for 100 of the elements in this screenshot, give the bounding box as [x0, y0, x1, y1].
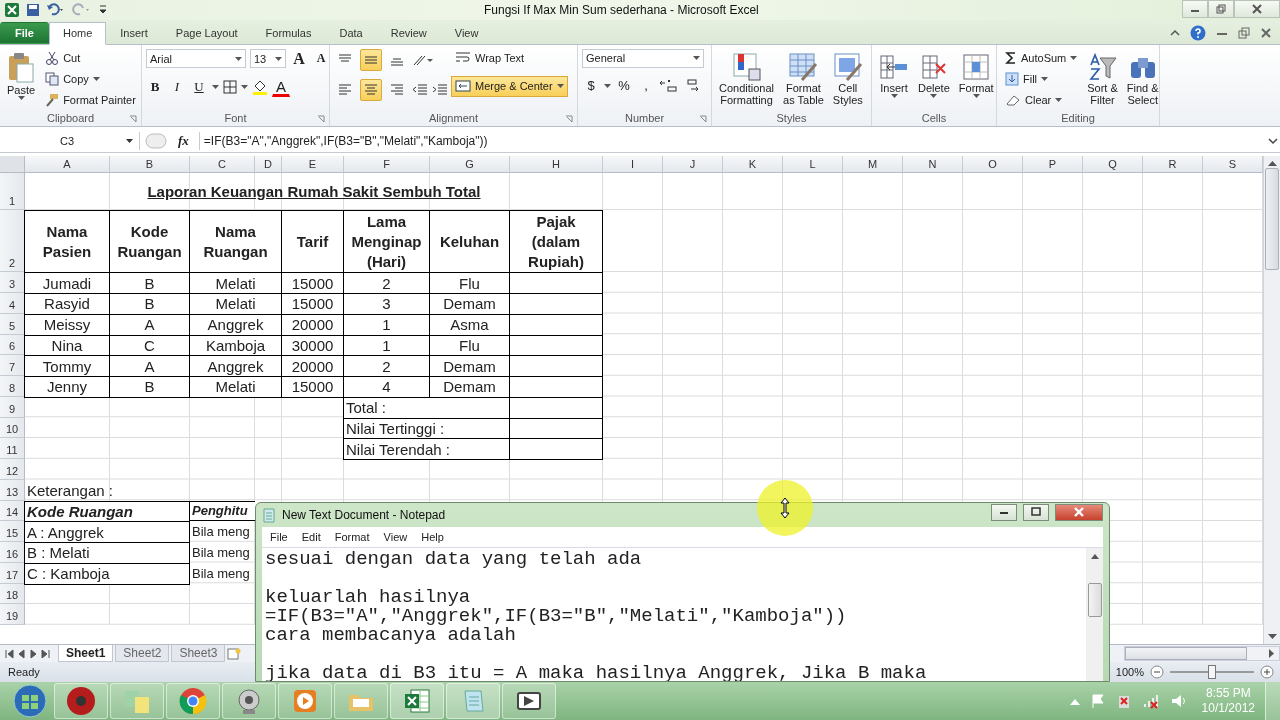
column-header[interactable]: I: [603, 156, 663, 174]
clipboard-icon[interactable]: [7, 51, 36, 84]
row-header[interactable]: 9: [0, 396, 25, 418]
maximize-button[interactable]: [1023, 503, 1049, 521]
column-header[interactable]: K: [723, 156, 783, 174]
clear-button[interactable]: Clear: [1001, 90, 1082, 110]
row-header[interactable]: 16: [0, 542, 25, 563]
column-header[interactable]: E: [282, 156, 344, 174]
row-header[interactable]: 10: [0, 417, 25, 439]
column-header[interactable]: O: [963, 156, 1023, 174]
table-style-icon[interactable]: [788, 51, 819, 82]
row-header[interactable]: 18: [0, 583, 25, 605]
column-header[interactable]: G: [430, 156, 510, 174]
restore-icon[interactable]: [1216, 4, 1226, 14]
sort-filter-button[interactable]: Sort & Filter: [1084, 48, 1121, 109]
column-header[interactable]: A: [25, 156, 110, 174]
dropdown-caret-icon[interactable]: [604, 83, 611, 88]
dropdown-caret-icon[interactable]: [930, 93, 938, 98]
dropdown-caret-icon[interactable]: [92, 77, 100, 82]
dropdown-caret-icon[interactable]: [241, 84, 248, 89]
styles-button[interactable]: Format as Table: [780, 48, 827, 109]
dropdown-caret-icon[interactable]: [235, 56, 242, 61]
dropdown-caret-icon[interactable]: [556, 84, 564, 89]
dropdown-caret-icon[interactable]: [693, 56, 700, 61]
underline-button[interactable]: U: [190, 76, 208, 97]
comma-button[interactable]: ,: [637, 75, 655, 96]
scroll-up-icon[interactable]: [1090, 554, 1099, 559]
dialog-launcher-icon[interactable]: [565, 114, 573, 123]
cells-button[interactable]: Delete: [915, 48, 953, 101]
row-header[interactable]: 8: [0, 376, 25, 397]
table-style-icon[interactable]: [731, 51, 762, 82]
menu-item[interactable]: File: [270, 531, 288, 543]
font-name-field[interactable]: Arial: [146, 49, 246, 69]
sheet-tab[interactable]: Sheet3: [171, 645, 226, 663]
row-header[interactable]: 11: [0, 438, 25, 459]
dropdown-caret-icon[interactable]: [212, 84, 219, 89]
dropdown-caret-icon[interactable]: [972, 93, 980, 98]
dropdown-caret-icon[interactable]: [126, 139, 133, 144]
ribbon-tab[interactable]: Formulas: [251, 21, 326, 44]
row-header[interactable]: 19: [0, 604, 25, 625]
cells-button[interactable]: Format: [955, 48, 997, 101]
insert-function-button[interactable]: fx: [172, 133, 195, 150]
menu-item[interactable]: Format: [334, 531, 370, 543]
column-header[interactable]: Q: [1083, 156, 1143, 174]
close-icon[interactable]: [1252, 4, 1262, 14]
cells-button[interactable]: Insert: [876, 48, 912, 101]
copy-icon[interactable]: [45, 72, 60, 87]
zoom-out-icon[interactable]: [1150, 665, 1164, 680]
column-header[interactable]: J: [663, 156, 723, 174]
row-header[interactable]: 7: [0, 355, 25, 376]
increase-decimal-icon[interactable]: [659, 78, 677, 93]
fill-bucket-icon[interactable]: [252, 78, 268, 95]
start-button[interactable]: [12, 683, 48, 719]
menu-item[interactable]: Edit: [301, 531, 321, 543]
restore-icon[interactable]: [1238, 26, 1250, 39]
paintbrush-icon[interactable]: [45, 93, 60, 108]
sheet-tab[interactable]: Sheet1: [58, 645, 114, 663]
column-header[interactable]: M: [843, 156, 903, 174]
sort-filter-icon[interactable]: [1087, 51, 1118, 82]
currency-button[interactable]: $: [582, 75, 600, 96]
ribbon-tab[interactable]: Insert: [106, 21, 162, 44]
borders-icon[interactable]: [223, 79, 237, 94]
column-header[interactable]: C: [190, 156, 255, 174]
row-header[interactable]: 12: [0, 459, 25, 480]
browser-icon[interactable]: [179, 687, 207, 715]
formula-field[interactable]: =IF(B3="A","Anggrek",IF(B3="B","Melati","Kamboja")): [198, 132, 1262, 151]
dropdown-caret-icon[interactable]: [890, 93, 898, 98]
cells-grid-icon[interactable]: [961, 51, 992, 82]
file-tab[interactable]: File: [0, 21, 49, 44]
spreadsheet-logo-icon[interactable]: [4, 2, 20, 18]
row-header[interactable]: 13: [0, 479, 25, 501]
row-header[interactable]: 2: [0, 210, 25, 273]
merge-cells-icon[interactable]: [455, 79, 471, 94]
vertical-scrollbar[interactable]: [1086, 548, 1103, 681]
column-header[interactable]: S: [1203, 156, 1263, 174]
collapse-ribbon-icon[interactable]: [1170, 27, 1180, 38]
table-style-icon[interactable]: [832, 51, 863, 82]
ribbon-tab[interactable]: Review: [376, 21, 441, 44]
row-header[interactable]: 3: [0, 272, 25, 293]
styles-button[interactable]: Conditional Formatting: [716, 48, 778, 109]
minimize-icon[interactable]: [999, 509, 1009, 515]
play-icon[interactable]: [291, 687, 319, 715]
sheet-tab[interactable]: Sheet2: [115, 645, 170, 663]
font-color-button[interactable]: A: [272, 76, 290, 97]
dialog-launcher-icon[interactable]: [317, 114, 325, 123]
undo-icon[interactable]: [46, 3, 66, 17]
minimize-button[interactable]: [991, 503, 1017, 521]
scroll-down-icon[interactable]: [1267, 634, 1277, 641]
vertical-scrollbar[interactable]: [1263, 156, 1280, 645]
close-button[interactable]: [1055, 503, 1103, 521]
dropdown-caret-icon[interactable]: [1055, 98, 1063, 103]
fill-button[interactable]: Fill: [1001, 69, 1082, 89]
italic-button[interactable]: I: [168, 76, 186, 97]
menu-item[interactable]: View: [383, 531, 408, 543]
wrap-text-button[interactable]: Wrap Text: [451, 48, 568, 68]
column-header[interactable]: B: [110, 156, 190, 174]
row-header[interactable]: 4: [0, 293, 25, 314]
maximize-icon[interactable]: [1031, 507, 1041, 517]
autosum-button[interactable]: AutoSum: [1001, 48, 1082, 68]
cut-button[interactable]: Cut: [41, 48, 140, 68]
